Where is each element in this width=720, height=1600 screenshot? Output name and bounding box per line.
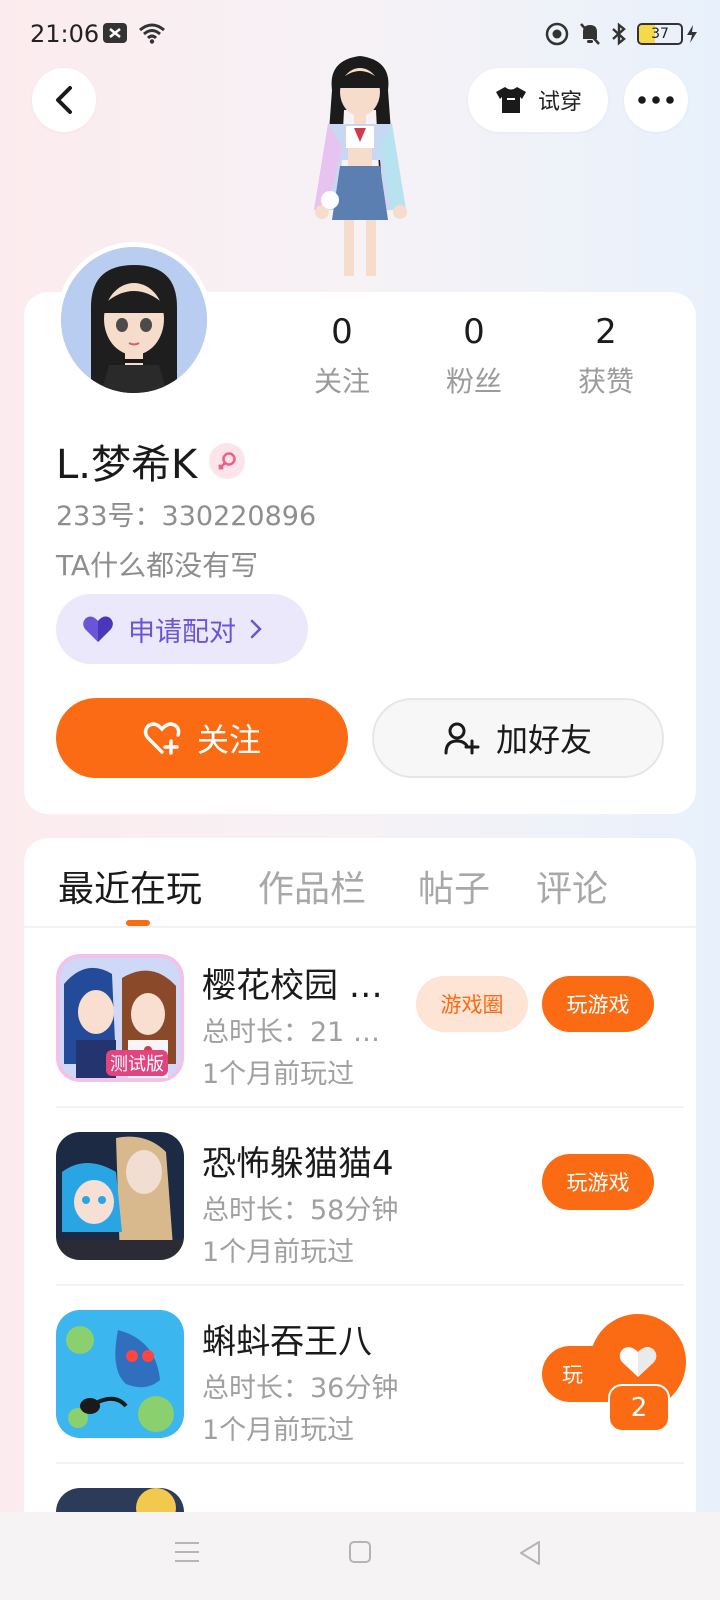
likes-label: 获赞 — [577, 365, 634, 398]
battery-level-text: 37 — [651, 26, 669, 42]
battery-indicator: 37 — [637, 23, 698, 45]
more-dots-icon — [638, 96, 674, 104]
tab-recently-played[interactable]: 最近在玩 — [58, 860, 202, 912]
game-row[interactable]: 测试版 樱花校园 … 总时长：21 … 1个月前玩过 游戏圈 玩游戏 — [56, 930, 684, 1108]
tab-comments[interactable]: 评论 — [536, 860, 608, 912]
game-last-played: 1个月前玩过 — [202, 1059, 355, 1090]
stat-following[interactable]: 0 关注 — [282, 312, 402, 400]
play-game-button[interactable]: 玩游戏 — [542, 1154, 654, 1210]
apply-pair-label: 申请配对 — [128, 616, 236, 648]
system-nav-bar — [0, 1512, 720, 1600]
stat-likes[interactable]: 2 获赞 — [546, 312, 666, 400]
recent-games-card: 最近在玩 作品栏 帖子 评论 测试版 樱花校园 … 总时长：21 … 1个月前玩… — [24, 838, 696, 1598]
avatar[interactable] — [56, 242, 212, 398]
follow-button[interactable]: 关注 — [56, 698, 348, 778]
notification-icon — [103, 23, 127, 43]
home-icon[interactable] — [348, 1540, 372, 1564]
status-right-icons: 37 — [545, 22, 698, 46]
follow-label: 关注 — [196, 721, 261, 759]
game-icon[interactable] — [56, 1310, 184, 1438]
game-circle-button[interactable]: 游戏圈 — [416, 976, 528, 1032]
user-id: 233号：330220896 — [56, 501, 317, 532]
game-row[interactable]: 恐怖躲猫猫4 总时长：58分钟 1个月前玩过 玩游戏 — [56, 1108, 684, 1286]
fans-label: 粉丝 — [445, 365, 502, 398]
menu-icon[interactable] — [174, 1540, 200, 1564]
game-last-played: 1个月前玩过 — [202, 1237, 355, 1268]
add-friend-button[interactable]: 加好友 — [372, 698, 664, 778]
try-on-label: 试穿 — [537, 90, 582, 115]
bluetooth-icon — [612, 22, 626, 46]
bio: TA什么都没有写 — [56, 549, 259, 582]
female-icon — [218, 452, 236, 470]
game-icon[interactable]: 测试版 — [56, 954, 184, 1082]
back-nav-icon[interactable] — [518, 1540, 542, 1566]
game-title: 蝌蚪吞王八 — [202, 1322, 372, 1362]
mute-icon — [580, 23, 600, 45]
status-left-icons — [102, 22, 166, 44]
focus-mode-icon — [545, 22, 569, 46]
try-on-button[interactable]: 试穿 — [468, 68, 608, 132]
game-title: 樱花校园 … — [202, 966, 383, 1006]
fans-count: 0 — [463, 312, 485, 352]
tshirt-icon — [495, 87, 526, 113]
game-row[interactable]: 蝌蚪吞王八 总时长：36分钟 1个月前玩过 玩 — [56, 1286, 684, 1464]
following-label: 关注 — [313, 365, 370, 398]
apply-pair-button[interactable]: 申请配对 — [56, 594, 308, 664]
add-user-icon — [444, 722, 480, 755]
heart-icon — [83, 616, 113, 642]
game-duration: 总时长：58分钟 — [202, 1195, 399, 1226]
wifi-icon — [139, 23, 165, 44]
play-game-button[interactable]: 玩游戏 — [542, 976, 654, 1032]
heart-icon — [619, 1347, 657, 1377]
following-count: 0 — [331, 312, 353, 352]
back-button[interactable] — [32, 68, 96, 132]
status-time: 21:06 — [30, 20, 100, 48]
tab-indicator — [126, 920, 150, 926]
username-row: L.梦希K — [56, 432, 246, 490]
game-icon[interactable] — [56, 1132, 184, 1260]
game-duration: 总时长：36分钟 — [202, 1373, 399, 1404]
game-duration: 总时长：21 … — [202, 1017, 380, 1048]
tab-posts[interactable]: 帖子 — [418, 860, 490, 912]
add-friend-label: 加好友 — [495, 721, 592, 759]
avatar-3d-figure[interactable] — [284, 50, 444, 280]
chevron-right-icon — [250, 619, 262, 639]
profile-card: 0 关注 0 粉丝 2 获赞 L.梦希K 233号：330220896 TA什么… — [24, 242, 696, 814]
stat-fans[interactable]: 0 粉丝 — [414, 312, 534, 400]
gender-badge — [209, 443, 246, 479]
game-title: 恐怖躲猫猫4 — [202, 1144, 394, 1184]
tab-works[interactable]: 作品栏 — [258, 860, 366, 912]
test-version-badge: 测试版 — [106, 1050, 168, 1076]
username: L.梦希K — [56, 442, 198, 488]
game-last-played: 1个月前玩过 — [202, 1415, 355, 1446]
back-arrow-icon — [56, 86, 72, 114]
more-options-button[interactable] — [624, 68, 688, 132]
tab-bar: 最近在玩 作品栏 帖子 评论 — [24, 838, 696, 928]
like-count-badge: 2 — [608, 1384, 670, 1432]
charging-icon — [687, 25, 697, 43]
heart-add-icon — [143, 722, 181, 755]
likes-count: 2 — [595, 312, 617, 352]
